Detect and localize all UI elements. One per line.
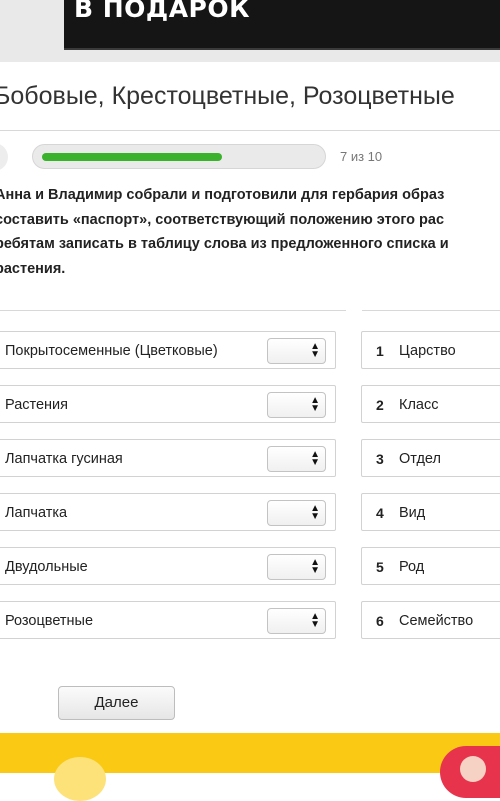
category-number: 2 [376, 397, 384, 413]
divider [0, 310, 346, 311]
question-line: растения. [0, 260, 66, 277]
next-button[interactable]: Далее [58, 686, 175, 720]
category-label: Вид [399, 505, 426, 521]
term-row: Розоцветные ▲ ▼ [0, 601, 336, 639]
category-row: 3 Отдел [361, 439, 500, 477]
category-number: 3 [376, 451, 384, 467]
answer-select[interactable]: ▲ ▼ [267, 500, 326, 526]
promo-decoration [460, 756, 486, 782]
category-row: 2 Класс [361, 385, 500, 423]
progress-bar [32, 144, 326, 169]
question-line: составить «паспорт», соответствующий пол… [0, 211, 445, 228]
up-down-arrows-icon: ▲ ▼ [310, 341, 320, 360]
category-label: Семейство [399, 613, 474, 629]
answer-select[interactable]: ▲ ▼ [267, 554, 326, 580]
term-label: Двудольные [5, 559, 88, 575]
category-row: 4 Вид [361, 493, 500, 531]
question-text: Анна и Владимир собрали и подготовили дл… [0, 183, 500, 281]
category-number: 6 [376, 613, 384, 629]
term-label: Покрытосеменные (Цветковые) [5, 343, 218, 359]
up-down-arrows-icon: ▲ ▼ [310, 503, 320, 522]
category-number: 4 [376, 505, 384, 521]
term-row: Лапчатка ▲ ▼ [0, 493, 336, 531]
category-row: 5 Род [361, 547, 500, 585]
answer-select[interactable]: ▲ ▼ [267, 608, 326, 634]
answer-select[interactable]: ▲ ▼ [267, 338, 326, 364]
term-row: Двудольные ▲ ▼ [0, 547, 336, 585]
category-row: 6 Семейство [361, 601, 500, 639]
question-line: Анна и Владимир собрали и подготовили дл… [0, 187, 445, 203]
progress-bar-fill [42, 153, 222, 161]
answer-select[interactable]: ▲ ▼ [267, 446, 326, 472]
up-down-arrows-icon: ▲ ▼ [310, 395, 320, 414]
term-row: Растения ▲ ▼ [0, 385, 336, 423]
category-label: Класс [399, 397, 439, 413]
up-down-arrows-icon: ▲ ▼ [310, 449, 320, 468]
up-down-arrows-icon: ▲ ▼ [310, 611, 320, 630]
divider [362, 310, 500, 311]
up-down-arrows-icon: ▲ ▼ [310, 557, 320, 576]
question-line: ребятам записать в таблицу слова из пред… [0, 236, 449, 252]
term-label: Лапчатка гусиная [5, 451, 123, 467]
category-number: 1 [376, 343, 384, 359]
progress-label: 7 из 10 [340, 149, 383, 164]
promo-banner-text: В ПОДАРОК [74, 0, 251, 23]
term-label: Растения [5, 397, 69, 413]
answer-select[interactable]: ▲ ▼ [267, 392, 326, 418]
divider [0, 130, 500, 131]
promo-banner[interactable]: В ПОДАРОК [64, 0, 500, 50]
page-title: Бобовые, Крестоцветные, Розоцветные [0, 82, 455, 110]
category-label: Отдел [399, 451, 441, 467]
term-label: Розоцветные [5, 613, 94, 629]
term-row: Покрытосеменные (Цветковые) ▲ ▼ [0, 331, 336, 369]
promo-decoration [54, 757, 106, 801]
category-row: 1 Царство [361, 331, 500, 369]
category-label: Род [399, 559, 425, 575]
category-label: Царство [399, 343, 456, 359]
term-label: Лапчатка [5, 505, 68, 521]
term-row: Лапчатка гусиная ▲ ▼ [0, 439, 336, 477]
category-number: 5 [376, 559, 384, 575]
progress-start-circle [0, 143, 8, 171]
